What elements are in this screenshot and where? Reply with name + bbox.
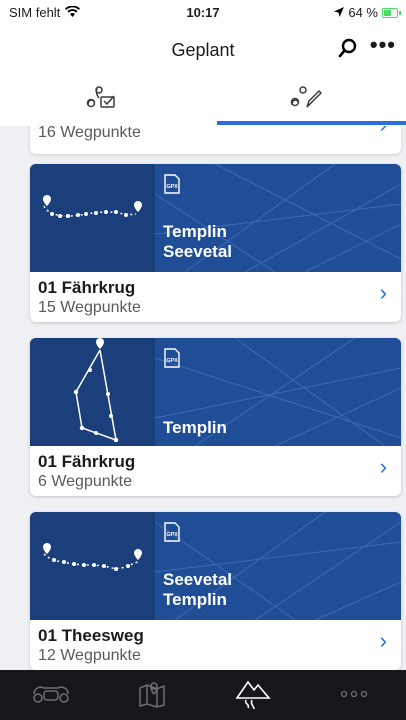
route-name: 01 Fährkrug: [38, 278, 136, 297]
tab-bar-item-more[interactable]: [303, 670, 404, 720]
route-start: Templin: [163, 418, 227, 437]
chevron-right-icon: ›: [379, 454, 387, 479]
route-shape-panel: [30, 338, 155, 446]
chevron-right-icon: ›: [379, 628, 387, 653]
route-title: Templin: [163, 418, 227, 438]
battery-charging-icon: [382, 7, 401, 18]
edit-route-icon: [288, 85, 322, 116]
search-icon[interactable]: [338, 38, 358, 63]
svg-text:GPX: GPX: [166, 358, 178, 364]
route-tabs: [0, 74, 406, 126]
gpx-file-icon: GPX: [163, 522, 181, 547]
more-icon[interactable]: •••: [370, 34, 396, 56]
route-name: 01 Theesweg: [38, 626, 144, 645]
chevron-right-icon: ›: [379, 280, 387, 305]
status-bar: SIM fehlt 10:17 64 %: [0, 0, 406, 26]
waypoint-count: 16 Wegpunkte: [38, 126, 141, 141]
svg-text:GPX: GPX: [166, 532, 178, 538]
map-icon: [137, 678, 167, 713]
route-info: 01 Fährkrug 6 Wegpunkte ›: [30, 446, 401, 496]
route-shape-panel: [30, 512, 155, 620]
bottom-tab-bar: [0, 670, 406, 720]
route-preview-image: GPX Templin: [30, 338, 401, 447]
route-title: Seevetal Templin: [163, 570, 232, 610]
routes-mountain-icon: [234, 676, 272, 715]
svg-text:GPX: GPX: [166, 184, 178, 190]
route-card[interactable]: GPX Templin 01 Fährkrug 6 Wegpunkte ›: [30, 338, 401, 496]
battery-percent: 64 %: [348, 5, 378, 20]
tab-saved-routes[interactable]: [0, 74, 203, 126]
more-dots-icon: [339, 686, 369, 704]
battery-level-fill: [384, 9, 392, 16]
route-shape-panel: [30, 164, 155, 272]
tab-bar-item-map[interactable]: [101, 670, 202, 720]
location-arrow-icon: [334, 5, 345, 20]
route-card[interactable]: GPX Templin Seevetal 01 Fährkrug 15 Wegp…: [30, 164, 401, 322]
route-preview-image: GPX Templin Seevetal: [30, 164, 401, 273]
route-list[interactable]: 16 Wegpunkte › GPX: [0, 126, 406, 670]
route-end: Templin: [163, 590, 227, 609]
tab-bar-item-motorcycle[interactable]: [0, 670, 101, 720]
waypoint-count: 6 Wegpunkte: [38, 473, 132, 490]
navigation-bar: Geplant •••: [0, 26, 406, 74]
waypoint-count: 12 Wegpunkte: [38, 647, 141, 664]
route-title: Templin Seevetal: [163, 222, 232, 262]
selected-tab-indicator: [217, 121, 406, 125]
route-end: Seevetal: [163, 242, 232, 261]
saved-routes-icon: [85, 85, 119, 116]
route-preview-image: GPX Seevetal Templin: [30, 512, 401, 621]
gpx-file-icon: GPX: [163, 174, 181, 199]
route-card[interactable]: GPX Seevetal Templin 01 Theesweg 12 Wegp…: [30, 512, 401, 670]
tab-planned-routes[interactable]: [203, 74, 406, 126]
route-info: 01 Theesweg 12 Wegpunkte ›: [30, 620, 401, 670]
chevron-right-icon: ›: [380, 126, 387, 138]
tab-bar-item-routes[interactable]: [202, 670, 303, 720]
status-right: 64 %: [334, 5, 401, 20]
route-start: Seevetal: [163, 570, 232, 589]
route-info: 01 Fährkrug 15 Wegpunkte ›: [30, 272, 401, 322]
route-start: Templin: [163, 222, 227, 241]
gpx-file-icon: GPX: [163, 348, 181, 373]
route-name: 01 Fährkrug: [38, 452, 136, 471]
waypoint-count: 15 Wegpunkte: [38, 299, 141, 316]
motorcycle-icon: [28, 680, 74, 711]
route-card-partial[interactable]: 16 Wegpunkte ›: [30, 126, 401, 154]
